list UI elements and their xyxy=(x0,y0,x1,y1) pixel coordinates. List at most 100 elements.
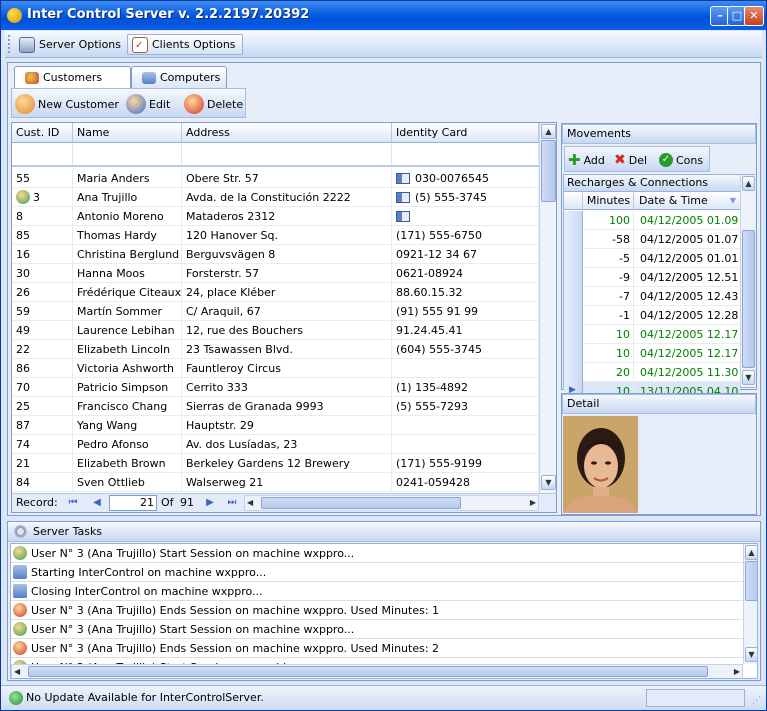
list-item[interactable]: User N° 3 (Ana Trujillo) Ends Session on… xyxy=(11,639,743,658)
server-options-button[interactable]: Server Options xyxy=(15,34,125,55)
cell-id[interactable]: 16 xyxy=(12,245,73,264)
cell-date-time[interactable]: 04/12/2005 12.51 xyxy=(635,268,740,287)
grid-hscroll-thumb[interactable] xyxy=(261,497,461,509)
cell-minutes[interactable]: -5 xyxy=(584,249,634,268)
cell-address[interactable]: Berguvsvägen 8 xyxy=(182,245,392,264)
cell-date-time[interactable]: 04/12/2005 12.17 xyxy=(635,325,740,344)
cell-card[interactable]: (171) 555-6750 xyxy=(392,226,539,245)
cell-name[interactable]: Sven Ottlieb xyxy=(73,473,182,492)
cell-id[interactable]: 25 xyxy=(12,397,73,416)
cell-id[interactable]: 8 xyxy=(12,207,73,226)
cell-minutes[interactable]: -58 xyxy=(584,230,634,249)
close-button[interactable]: ✕ xyxy=(744,6,764,26)
grid-vertical-scrollbar[interactable]: ▲ ▼ xyxy=(539,123,556,493)
cell-minutes[interactable]: 100 xyxy=(584,211,634,230)
scroll-down-arrow-icon[interactable]: ▼ xyxy=(541,475,556,490)
cell-name[interactable]: Maria Anders xyxy=(73,169,182,188)
cell-name[interactable]: Elizabeth Lincoln xyxy=(73,340,182,359)
cell-name[interactable]: Ana Trujillo xyxy=(73,188,182,207)
scroll-left-arrow-icon[interactable]: ◀ xyxy=(247,496,253,510)
movement-row[interactable]: -9 04/12/2005 12.51 xyxy=(564,268,740,287)
cell-id[interactable]: 3 xyxy=(12,188,73,207)
cell-minutes[interactable]: 10 xyxy=(584,344,634,363)
column-header-name[interactable]: Name xyxy=(73,123,182,143)
tasks-scroll-right-icon[interactable]: ▶ xyxy=(734,665,740,678)
tasks-scroll-thumb[interactable] xyxy=(745,561,757,601)
consume-button[interactable]: ✓ Cons xyxy=(659,149,703,171)
table-row[interactable]: 22 Elizabeth Lincoln 23 Tsawassen Blvd. (60… xyxy=(12,340,539,359)
row-indicator[interactable] xyxy=(564,363,583,382)
table-row[interactable]: 55 Maria Anders Obere Str. 57 030-0076545 xyxy=(12,169,539,188)
edit-customer-button[interactable]: Edit xyxy=(126,93,170,115)
cell-date-time[interactable]: 04/12/2005 01.01 xyxy=(635,249,740,268)
cell-id[interactable]: 49 xyxy=(12,321,73,340)
delete-movement-button[interactable]: ✖ Del xyxy=(614,149,647,171)
table-row[interactable]: 25 Francisco Chang Sierras de Granada 9993… xyxy=(12,397,539,416)
row-indicator[interactable] xyxy=(564,306,583,325)
filter-cell-cust-id[interactable] xyxy=(12,143,73,165)
cell-name[interactable]: Hanna Moos xyxy=(73,264,182,283)
cell-id[interactable]: 85 xyxy=(12,226,73,245)
column-header-date-time[interactable]: Date & Time ▼ xyxy=(635,192,740,210)
cell-minutes[interactable]: -1 xyxy=(584,306,634,325)
list-item[interactable]: User N° 3 (Ana Trujillo) Start Session o… xyxy=(11,544,743,563)
record-number-input[interactable]: 21 xyxy=(109,495,157,511)
cell-date-time[interactable]: 04/12/2005 12.43 xyxy=(635,287,740,306)
table-row[interactable]: 86 Victoria Ashworth Fauntleroy Circus xyxy=(12,359,539,378)
cell-date-time[interactable]: 04/12/2005 01.07 xyxy=(635,230,740,249)
movements-scroll-up-icon[interactable]: ▲ xyxy=(742,176,755,191)
tasks-scroll-left-icon[interactable]: ◀ xyxy=(14,665,20,678)
table-row[interactable]: 84 Sven Ottlieb Walserweg 21 0241-059428 xyxy=(12,473,539,492)
movement-row[interactable]: -58 04/12/2005 01.07 xyxy=(564,230,740,249)
row-indicator[interactable] xyxy=(564,344,583,363)
row-indicator[interactable] xyxy=(564,249,583,268)
cell-id[interactable]: 26 xyxy=(12,283,73,302)
table-row[interactable]: 8 Antonio Moreno Mataderos 2312 xyxy=(12,207,539,226)
cell-address[interactable]: Hauptstr. 29 xyxy=(182,416,392,435)
cell-id[interactable]: 30 xyxy=(12,264,73,283)
cell-address[interactable]: Berkeley Gardens 12 Brewery xyxy=(182,454,392,473)
tasks-scroll-up-icon[interactable]: ▲ xyxy=(745,545,757,560)
grid-scroll-thumb[interactable] xyxy=(541,140,556,202)
cell-name[interactable]: Christina Berglund xyxy=(73,245,182,264)
cell-name[interactable]: Yang Wang xyxy=(73,416,182,435)
tab-customers[interactable]: Customers xyxy=(14,66,131,88)
table-row[interactable]: 74 Pedro Afonso Av. dos Lusíadas, 23 xyxy=(12,435,539,454)
cell-card[interactable]: (5) 555-7293 xyxy=(392,397,539,416)
cell-date-time[interactable]: 04/12/2005 12.28 xyxy=(635,306,740,325)
cell-name[interactable]: Laurence Lebihan xyxy=(73,321,182,340)
cell-address[interactable]: 120 Hanover Sq. xyxy=(182,226,392,245)
cell-card[interactable]: 91.24.45.41 xyxy=(392,321,539,340)
movement-row[interactable]: 20 04/12/2005 11.30 xyxy=(564,363,740,382)
tab-computers[interactable]: Computers xyxy=(131,66,227,88)
filter-cell-address[interactable] xyxy=(182,143,392,165)
prev-record-icon[interactable]: ◀ xyxy=(91,497,103,509)
cell-card[interactable]: (5) 555-3745 xyxy=(392,188,539,207)
cell-name[interactable]: Martín Sommer xyxy=(73,302,182,321)
movement-row[interactable]: -5 04/12/2005 01.01 xyxy=(564,249,740,268)
cell-card[interactable]: 0921-12 34 67 xyxy=(392,245,539,264)
first-record-icon[interactable]: ⏮ xyxy=(67,497,79,509)
list-item[interactable]: Starting InterControl on machine wxppro.… xyxy=(11,563,743,582)
cell-address[interactable]: C/ Araquil, 67 xyxy=(182,302,392,321)
list-item[interactable]: User N° 3 (Ana Trujillo) Start Session o… xyxy=(11,620,743,639)
row-indicator[interactable] xyxy=(564,287,583,306)
cell-address[interactable]: Fauntleroy Circus xyxy=(182,359,392,378)
cell-name[interactable]: Francisco Chang xyxy=(73,397,182,416)
row-indicator[interactable] xyxy=(564,268,583,287)
cell-address[interactable]: Forsterstr. 57 xyxy=(182,264,392,283)
cell-address[interactable]: Mataderos 2312 xyxy=(182,207,392,226)
tasks-horizontal-scrollbar[interactable]: ◀ ▶ xyxy=(11,664,743,678)
cell-name[interactable]: Patricio Simpson xyxy=(73,378,182,397)
scroll-right-arrow-icon[interactable]: ▶ xyxy=(530,496,536,510)
title-bar[interactable]: Inter Control Server v. 2.2.2197.20392 –… xyxy=(1,1,766,30)
cell-name[interactable]: Victoria Ashworth xyxy=(73,359,182,378)
cell-id[interactable]: 74 xyxy=(12,435,73,454)
list-item[interactable]: User N° 3 (Ana Trujillo) Ends Session on… xyxy=(11,601,743,620)
cell-id[interactable]: 22 xyxy=(12,340,73,359)
cell-card[interactable]: (171) 555-9199 xyxy=(392,454,539,473)
row-indicator[interactable] xyxy=(564,211,583,230)
cell-id[interactable]: 84 xyxy=(12,473,73,492)
grid-horizontal-scrollbar[interactable]: ◀ ▶ xyxy=(244,495,539,511)
cell-card[interactable] xyxy=(392,207,539,226)
